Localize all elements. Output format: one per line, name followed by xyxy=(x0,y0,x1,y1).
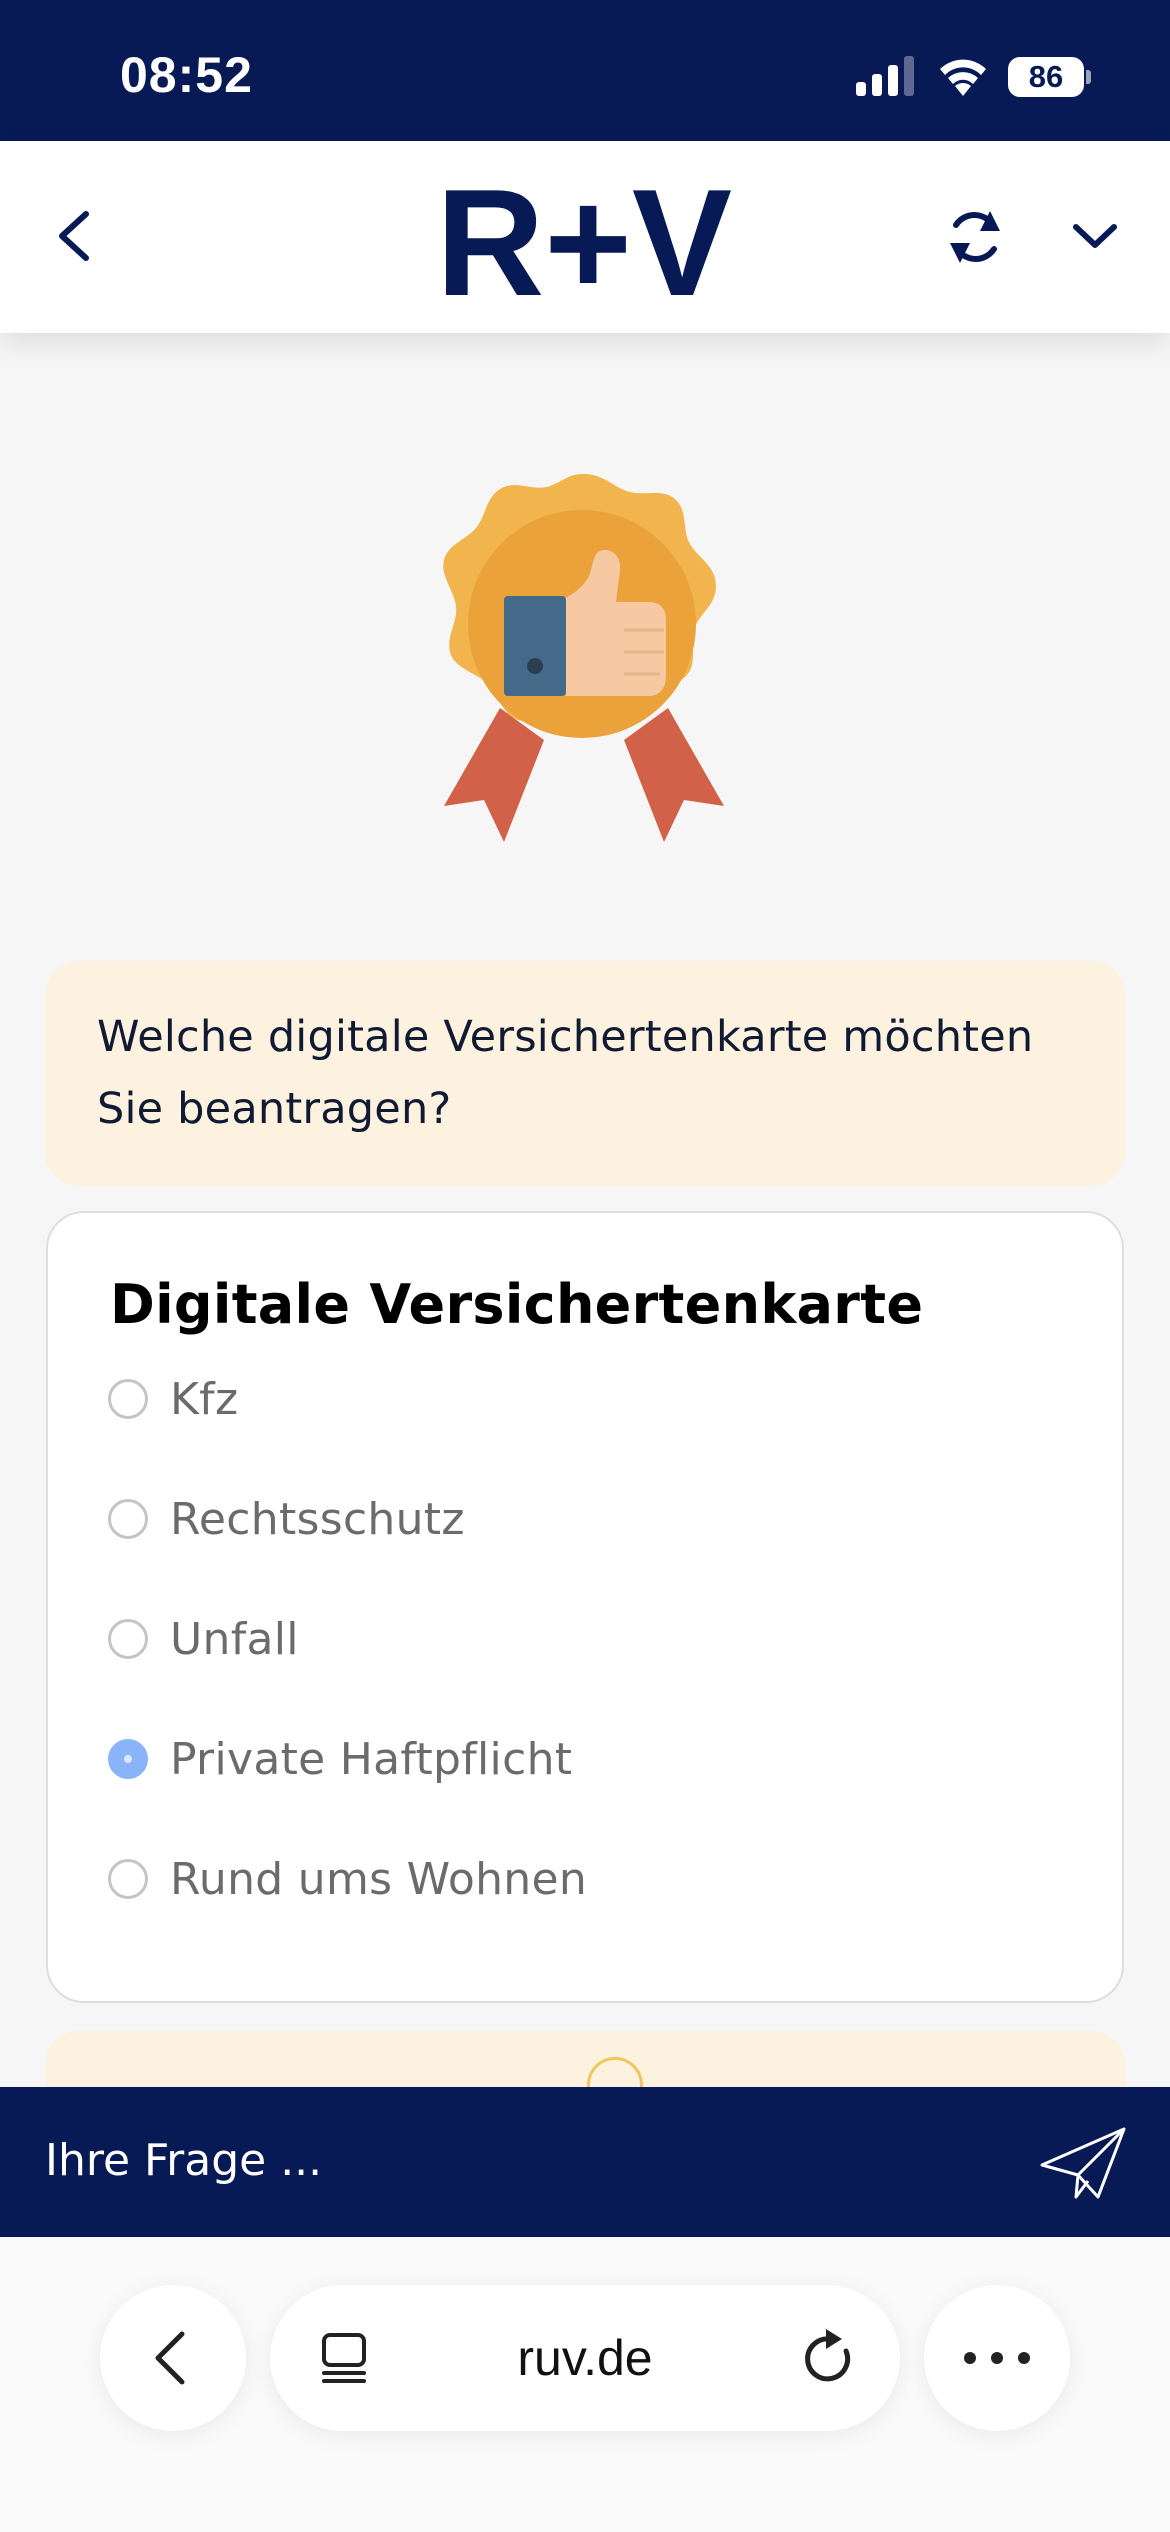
chevron-down-icon[interactable] xyxy=(1070,217,1120,257)
battery-level: 86 xyxy=(1008,57,1084,97)
chat-input-bar[interactable]: Ihre Frage ... xyxy=(0,2087,1170,2237)
more-options-icon xyxy=(964,2352,1030,2364)
cellular-signal-icon xyxy=(856,56,914,96)
radio-private-haftpflicht[interactable] xyxy=(108,1739,148,1779)
option-label-private-haftpflicht: Private Haftpflicht xyxy=(170,1733,573,1785)
status-time: 08:52 xyxy=(120,47,253,103)
bot-question-text: Welche digitale Versichertenkarte möchte… xyxy=(97,1012,1034,1134)
radio-kfz[interactable] xyxy=(108,1379,148,1419)
card-title: Digitale Versichertenkarte xyxy=(110,1273,924,1336)
app-header: R+V xyxy=(0,141,1170,333)
reload-icon[interactable] xyxy=(800,2327,858,2389)
option-rund-ums-wohnen[interactable]: Rund ums Wohnen xyxy=(108,1839,587,1919)
option-label-unfall: Unfall xyxy=(170,1613,299,1665)
refresh-icon[interactable] xyxy=(944,203,1006,271)
option-label-rund-ums-wohnen: Rund ums Wohnen xyxy=(170,1853,588,1905)
browser-more-button[interactable] xyxy=(924,2285,1070,2431)
bot-message-bubble: Welche digitale Versichertenkarte möchte… xyxy=(45,961,1125,1186)
send-paper-plane-icon[interactable] xyxy=(1038,2125,1128,2201)
address-bar[interactable]: ruv.de xyxy=(270,2285,900,2431)
next-message-bubble xyxy=(45,2031,1125,2087)
status-bar: 08:52 86 xyxy=(0,0,1170,141)
ruv-logo: R+V xyxy=(436,175,732,299)
option-rechtsschutz[interactable]: Rechtsschutz xyxy=(108,1479,465,1559)
option-kfz[interactable]: Kfz xyxy=(108,1359,238,1439)
radio-rund-ums-wohnen[interactable] xyxy=(108,1859,148,1899)
option-label-kfz: Kfz xyxy=(170,1373,239,1425)
back-arrow-icon xyxy=(155,2331,185,2385)
svg-text:R+V: R+V xyxy=(436,175,732,299)
back-chevron-icon[interactable] xyxy=(50,206,100,266)
chat-input-placeholder[interactable]: Ihre Frage ... xyxy=(45,2135,322,2186)
option-unfall[interactable]: Unfall xyxy=(108,1599,299,1679)
battery-icon: 86 xyxy=(1008,57,1091,97)
browser-toolbar: ruv.de xyxy=(0,2237,1170,2532)
browser-back-button[interactable] xyxy=(100,2285,246,2431)
option-label-rechtsschutz: Rechtsschutz xyxy=(170,1493,465,1545)
radio-unfall[interactable] xyxy=(108,1619,148,1659)
radio-rechtsschutz[interactable] xyxy=(108,1499,148,1539)
option-private-haftpflicht[interactable]: Private Haftpflicht xyxy=(108,1719,572,1799)
loading-icon xyxy=(587,2057,643,2087)
chat-content: Welche digitale Versichertenkarte möchte… xyxy=(0,333,1170,2087)
insurance-card-selector: Digitale Versichertenkarte Kfz Rechtssch… xyxy=(46,1211,1124,2003)
wifi-icon xyxy=(940,59,986,96)
award-thumbs-up-icon xyxy=(443,474,724,842)
